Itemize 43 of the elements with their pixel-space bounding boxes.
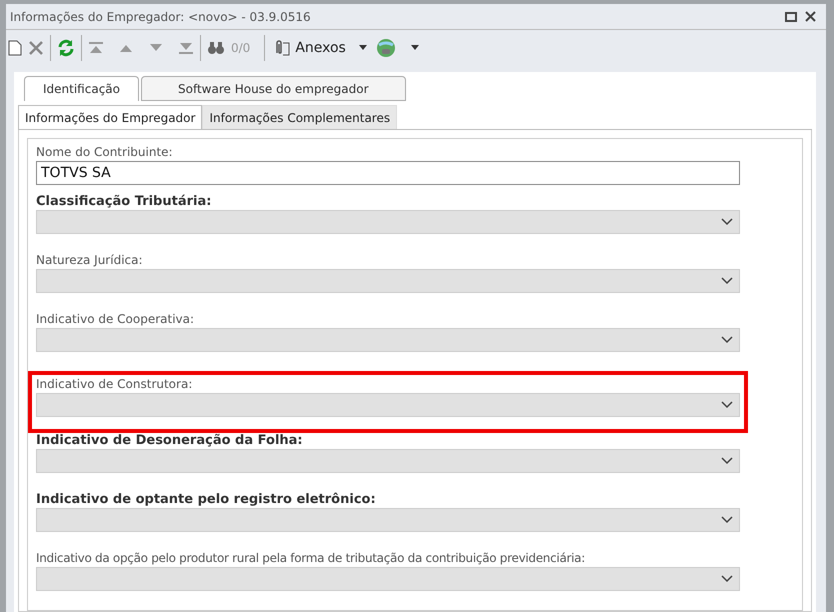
attachments-button[interactable]: Anexos xyxy=(271,39,370,58)
record-counter: 0/0 xyxy=(231,41,250,56)
dropdown-field[interactable] xyxy=(36,328,740,352)
maximize-icon[interactable] xyxy=(785,12,797,22)
dropdown-field[interactable] xyxy=(36,393,740,417)
field-label: Nome do Contribuinte: xyxy=(36,145,174,161)
chevron-down-icon xyxy=(721,218,733,226)
delete-icon[interactable] xyxy=(28,40,44,56)
next-record-icon[interactable] xyxy=(148,43,164,54)
chevron-down-icon xyxy=(721,401,733,409)
chevron-down-icon xyxy=(721,516,733,524)
chevron-down-icon xyxy=(721,336,733,344)
field-label: Natureza Jurídica: xyxy=(36,253,144,269)
field-label: Classificação Tributária: xyxy=(36,194,212,210)
new-document-icon[interactable] xyxy=(8,40,22,56)
chevron-down-icon xyxy=(721,575,733,583)
close-icon[interactable] xyxy=(805,11,816,22)
dropdown-field[interactable] xyxy=(36,449,740,473)
field-label: Indicativo de Cooperativa: xyxy=(36,312,196,328)
tab[interactable]: Software House do empregador xyxy=(141,76,406,101)
tab[interactable]: Identificação xyxy=(24,76,139,101)
tab[interactable]: Informações Complementares xyxy=(202,105,398,129)
dropdown-field[interactable] xyxy=(36,269,740,293)
dropdown-field[interactable] xyxy=(36,508,740,532)
globe-icon[interactable] xyxy=(376,38,396,58)
tab[interactable]: Informações do Empregador xyxy=(18,105,202,129)
dropdown-field[interactable] xyxy=(36,567,740,591)
field-label: Indicativo de optante pelo registro eletrônico: xyxy=(36,492,377,508)
window-title: Informações do Empregador: <novo> - 03.9.0516 xyxy=(10,10,312,24)
first-record-icon[interactable] xyxy=(88,41,104,56)
caret-icon[interactable] xyxy=(410,45,420,52)
caret-icon xyxy=(358,45,368,52)
previous-record-icon[interactable] xyxy=(118,43,134,54)
input-field[interactable]: TOTVS SA xyxy=(36,161,740,185)
field-label: Indicativo de Construtora: xyxy=(36,377,194,393)
refresh-icon[interactable] xyxy=(57,39,75,58)
last-record-icon[interactable] xyxy=(178,41,194,56)
dropdown-field[interactable] xyxy=(36,210,740,234)
field-label: Indicativo de Desoneração da Folha: xyxy=(36,433,304,449)
chevron-down-icon xyxy=(721,277,733,285)
binoculars-icon[interactable] xyxy=(207,41,225,56)
field-label: Indicativo da opção pelo produtor rural pela forma de tributação da contribuição previdenciária: xyxy=(36,551,586,567)
chevron-down-icon xyxy=(721,457,733,465)
